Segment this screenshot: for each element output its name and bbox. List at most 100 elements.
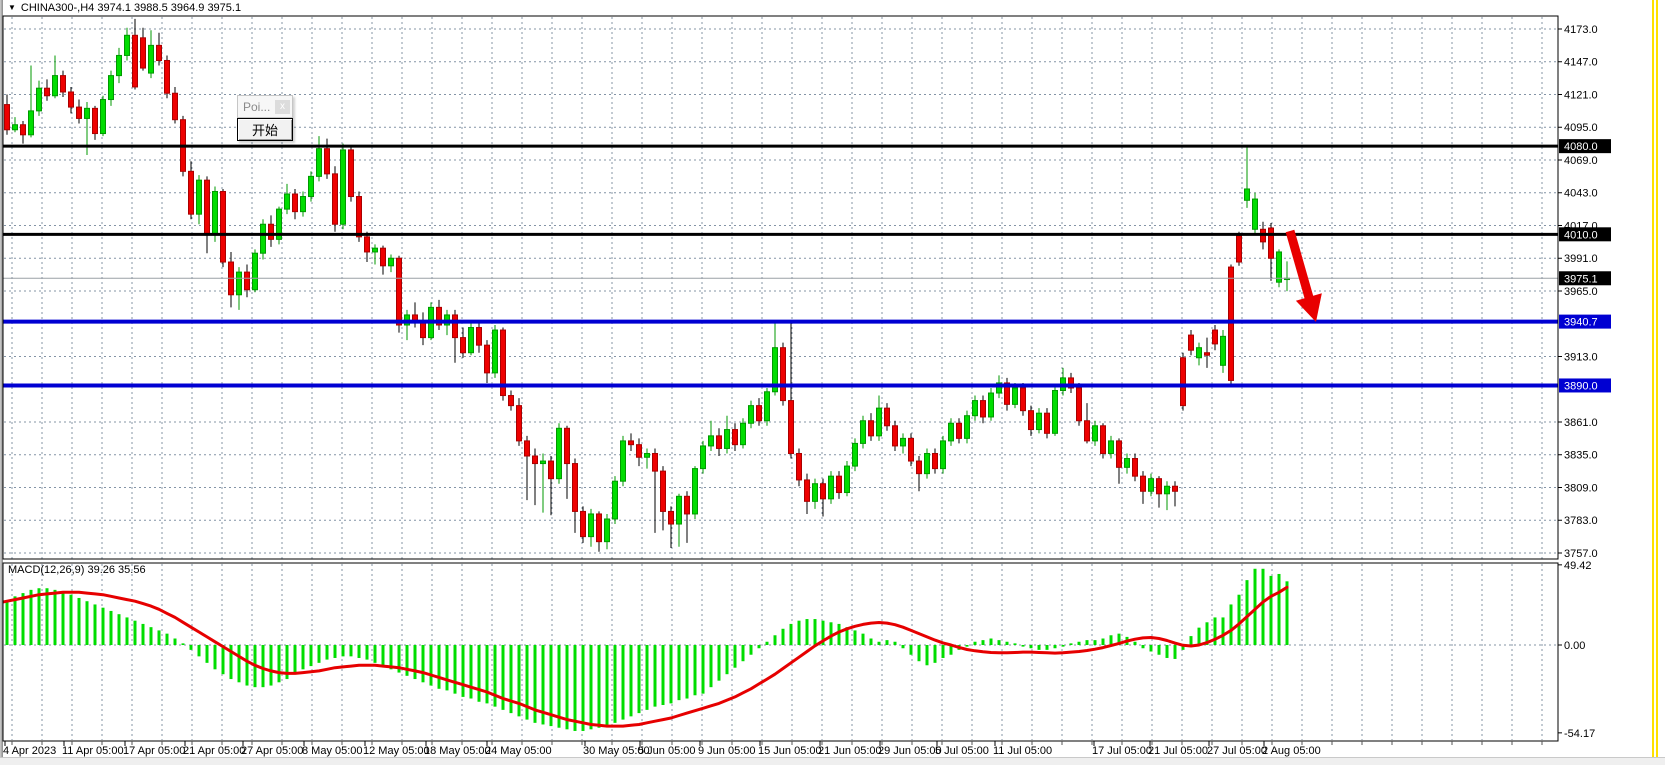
macd-histogram-bar xyxy=(622,645,625,720)
macd-histogram-bar xyxy=(166,634,169,645)
macd-histogram-bar xyxy=(734,645,737,668)
macd-histogram-bar xyxy=(686,645,689,699)
candle xyxy=(285,184,290,214)
candle xyxy=(349,147,354,201)
time-label: 4 Apr 2023 xyxy=(3,745,56,757)
macd-histogram-bar xyxy=(1110,635,1113,645)
macd-histogram-bar xyxy=(774,635,777,645)
candle xyxy=(437,300,442,330)
candle xyxy=(1165,481,1170,510)
macd-histogram-bar xyxy=(382,645,385,666)
macd-histogram-bar xyxy=(0,606,1,645)
macd-histogram-bar xyxy=(990,639,993,645)
time-label: 21 Jun 05:00 xyxy=(818,745,882,757)
start-button[interactable]: 开始 xyxy=(237,118,293,141)
price-tick-label: 3757.0 xyxy=(1564,548,1598,560)
macd-histogram-bar xyxy=(710,645,713,687)
price-tick-label: 4069.0 xyxy=(1564,155,1598,167)
candle xyxy=(901,433,906,453)
candle xyxy=(485,340,490,383)
candle xyxy=(277,207,282,245)
macd-histogram-bar xyxy=(1286,581,1289,645)
candle xyxy=(509,391,514,411)
macd-histogram-bar xyxy=(70,595,73,645)
down-arrow-annotation[interactable] xyxy=(1290,231,1322,322)
candle xyxy=(1141,471,1146,504)
candle xyxy=(133,19,138,90)
macd-histogram-bar xyxy=(1174,645,1177,659)
macd-histogram-bar xyxy=(518,645,521,716)
time-label: 8 May 05:00 xyxy=(302,745,363,757)
candle xyxy=(693,466,698,519)
candle xyxy=(261,219,266,259)
macd-histogram-bar xyxy=(270,645,273,686)
candle xyxy=(173,87,178,124)
candle xyxy=(645,448,650,468)
candle xyxy=(797,448,802,486)
time-label: 17 Apr 05:00 xyxy=(123,745,185,757)
macd-histogram-bar xyxy=(910,645,913,655)
macd-histogram-bar xyxy=(1230,604,1233,645)
macd-histogram-bar xyxy=(302,645,305,669)
price-axis[interactable]: 4173.04147.04121.04095.04069.04043.04017… xyxy=(1558,24,1611,740)
macd-histogram-bar xyxy=(582,645,585,731)
candle xyxy=(1069,373,1074,393)
time-label: 27 Apr 05:00 xyxy=(241,745,303,757)
candle xyxy=(165,55,170,98)
macd-histogram-bar xyxy=(902,645,905,648)
macd-histogram-bar xyxy=(654,645,657,707)
window-right-edge-line xyxy=(1656,0,1658,757)
macd-histogram-bar xyxy=(694,645,697,695)
macd-histogram-bar xyxy=(726,645,729,674)
candle xyxy=(1157,476,1162,507)
macd-histogram-bar xyxy=(30,590,33,645)
candle xyxy=(109,71,114,106)
macd-histogram-bar xyxy=(942,645,945,658)
macd-histogram-bar xyxy=(1070,643,1073,645)
candle xyxy=(549,456,554,515)
candle xyxy=(765,388,770,426)
macd-histogram-bar xyxy=(838,624,841,645)
candle xyxy=(453,310,458,363)
macd-histogram-bar xyxy=(782,629,785,645)
macd-histogram-bar xyxy=(174,639,177,645)
macd-tick-label: 0.00 xyxy=(1564,640,1585,652)
candle xyxy=(245,265,250,298)
macd-histogram-bar xyxy=(350,645,353,656)
macd-histogram-bar xyxy=(1014,643,1017,645)
candle xyxy=(469,322,474,355)
macd-histogram-bar xyxy=(894,642,897,645)
candle xyxy=(1285,261,1290,291)
macd-histogram-bar xyxy=(998,640,1001,645)
macd-histogram-bar xyxy=(1142,645,1145,648)
candle xyxy=(781,343,786,406)
candle xyxy=(1021,383,1026,416)
macd-histogram-bar xyxy=(358,645,361,658)
candle xyxy=(1269,223,1274,281)
candle xyxy=(885,403,890,431)
macd-histogram-bar xyxy=(614,645,617,723)
macd-histogram-bar xyxy=(222,645,225,674)
time-label: 11 Apr 05:00 xyxy=(62,745,124,757)
time-label: 24 May 05:00 xyxy=(485,745,552,757)
macd-histogram-bar xyxy=(334,645,337,658)
macd-histogram-bar xyxy=(1278,574,1281,645)
macd-histogram-bar xyxy=(294,645,297,674)
macd-histogram-bar xyxy=(598,645,601,728)
close-icon[interactable]: x xyxy=(275,100,290,114)
candle xyxy=(597,511,602,551)
macd-histogram-bar xyxy=(766,642,769,645)
macd-histogram-bar xyxy=(190,645,193,650)
time-axis[interactable]: 4 Apr 202311 Apr 05:0017 Apr 05:0021 Apr… xyxy=(3,741,1542,757)
macd-histogram-bar xyxy=(462,645,465,697)
macd-histogram-bar xyxy=(574,645,577,731)
macd-histogram-bar xyxy=(86,601,89,645)
macd-histogram-bar xyxy=(342,645,345,656)
time-label: 29 Jun 05:00 xyxy=(878,745,942,757)
candle xyxy=(725,416,730,454)
macd-signal-line xyxy=(0,587,1287,726)
symbol-dropdown-icon[interactable]: ▼ xyxy=(8,3,16,12)
script-dialog-titlebar[interactable]: Poi... x xyxy=(237,95,293,118)
candle xyxy=(1245,146,1250,208)
candle xyxy=(749,401,754,429)
